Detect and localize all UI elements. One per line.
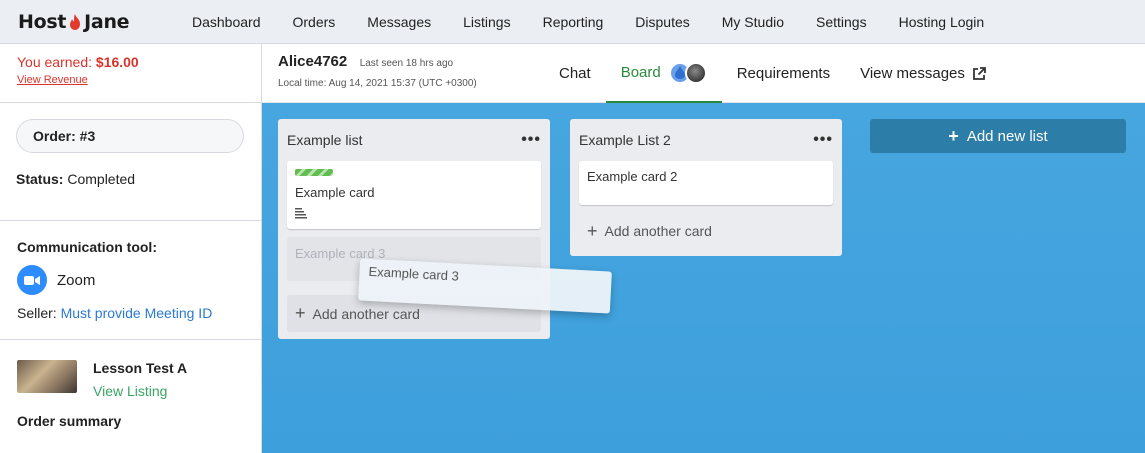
card-title: Example card 2 (587, 169, 678, 184)
external-link-icon (972, 66, 986, 80)
view-revenue-link[interactable]: View Revenue (17, 74, 244, 86)
tab-board[interactable]: Board (605, 44, 722, 103)
list-title[interactable]: Example List 2 (579, 132, 671, 148)
order-section: Order: #3 Status: Completed (0, 103, 261, 221)
board-card[interactable]: Example card 2 (579, 161, 833, 205)
list-title[interactable]: Example list (287, 132, 362, 148)
description-icon (295, 208, 307, 219)
flame-icon (70, 13, 81, 30)
plus-icon: + (587, 220, 598, 241)
lesson-section: Lesson Test A View Listing Order summary (0, 340, 261, 449)
main-nav: Dashboard Orders Messages Listings Repor… (192, 14, 1016, 30)
meeting-id-link[interactable]: Must provide Meeting ID (61, 305, 213, 321)
zoom-tool: Zoom (17, 265, 244, 295)
nav-orders[interactable]: Orders (293, 14, 336, 30)
add-card-label: Add another card (312, 305, 420, 322)
conversation-tabs: Chat Board Requirements View messages (544, 44, 1002, 103)
last-seen: Last seen 18 hrs ago (359, 58, 454, 69)
logo-text-host: Host (18, 10, 67, 33)
nav-settings[interactable]: Settings (816, 14, 867, 30)
nav-listings[interactable]: Listings (463, 14, 510, 30)
communication-title: Communication tool: (17, 239, 157, 255)
nav-messages[interactable]: Messages (367, 14, 431, 30)
earned-label: You earned: (17, 54, 96, 70)
list-menu-icon[interactable]: ••• (521, 131, 541, 149)
conversation-header: Alice4762 Last seen 18 hrs ago Local tim… (262, 44, 1145, 103)
local-time: Local time: Aug 14, 2021 15:37 (UTC +030… (278, 78, 477, 89)
earned-value: $16.00 (95, 54, 139, 70)
card-title: Example card (295, 185, 375, 200)
list-header: Example List 2 ••• (570, 119, 842, 161)
seller-note: Seller: Must provide Meeting ID (17, 305, 244, 321)
tab-board-label: Board (620, 64, 661, 81)
board-card[interactable]: Example card (287, 161, 541, 229)
order-sidebar: You earned: $16.00 View Revenue Order: #… (0, 44, 262, 453)
list-menu-icon[interactable]: ••• (813, 131, 833, 149)
top-nav: Host Jane Dashboard Orders Messages List… (0, 0, 1145, 44)
plus-icon: + (295, 303, 306, 323)
list-header: Example list ••• (278, 119, 550, 161)
lesson-thumbnail[interactable] (17, 360, 77, 393)
add-new-list-button[interactable]: + Add new list (870, 119, 1126, 153)
zoom-label: Zoom (57, 271, 96, 289)
plus-icon: + (948, 125, 959, 146)
communication-section: Communication tool: Zoom Seller: Must pr… (0, 221, 261, 340)
earnings-section: You earned: $16.00 View Revenue (0, 44, 261, 103)
board-list: Example List 2 ••• Example card 2 + Add … (570, 119, 842, 256)
tab-requirements[interactable]: Requirements (722, 44, 845, 103)
tab-view-messages[interactable]: View messages (845, 44, 1002, 103)
nav-dashboard[interactable]: Dashboard (192, 14, 261, 30)
seller-avatar (684, 61, 707, 84)
board-participants (668, 61, 707, 84)
order-status: Status: Completed (16, 171, 245, 187)
card-label (295, 169, 333, 176)
tab-view-messages-label: View messages (860, 65, 965, 82)
order-summary-heading: Order summary (17, 413, 122, 429)
lesson-info: Lesson Test A View Listing (93, 360, 187, 399)
status-value: Completed (67, 171, 136, 187)
nav-hosting-login[interactable]: Hosting Login (899, 14, 985, 30)
hostjane-logo[interactable]: Host Jane (18, 11, 192, 33)
order-number-pill[interactable]: Order: #3 (16, 119, 244, 153)
user-info: Alice4762 Last seen 18 hrs ago Local tim… (278, 53, 477, 89)
nav-reporting[interactable]: Reporting (543, 14, 604, 30)
earned-text: You earned: $16.00 (17, 54, 244, 70)
lesson-title: Lesson Test A (93, 360, 188, 376)
zoom-icon (17, 265, 47, 295)
view-listing-link[interactable]: View Listing (93, 383, 187, 399)
logo-text-jane: Jane (84, 10, 130, 33)
status-label: Status: (16, 171, 64, 187)
nav-disputes[interactable]: Disputes (635, 14, 689, 30)
add-card-label: Add another card (604, 223, 712, 239)
tab-requirements-label: Requirements (736, 65, 831, 82)
username[interactable]: Alice4762 (278, 53, 347, 70)
tab-chat[interactable]: Chat (544, 44, 606, 103)
nav-my-studio[interactable]: My Studio (722, 14, 784, 30)
seller-label: Seller: (17, 305, 57, 321)
lesson-row: Lesson Test A View Listing (17, 360, 244, 399)
add-card-button[interactable]: + Add another card (579, 214, 833, 248)
add-list-label: Add new list (966, 127, 1048, 145)
drop-icon (674, 66, 685, 79)
tab-chat-label: Chat (559, 65, 591, 82)
